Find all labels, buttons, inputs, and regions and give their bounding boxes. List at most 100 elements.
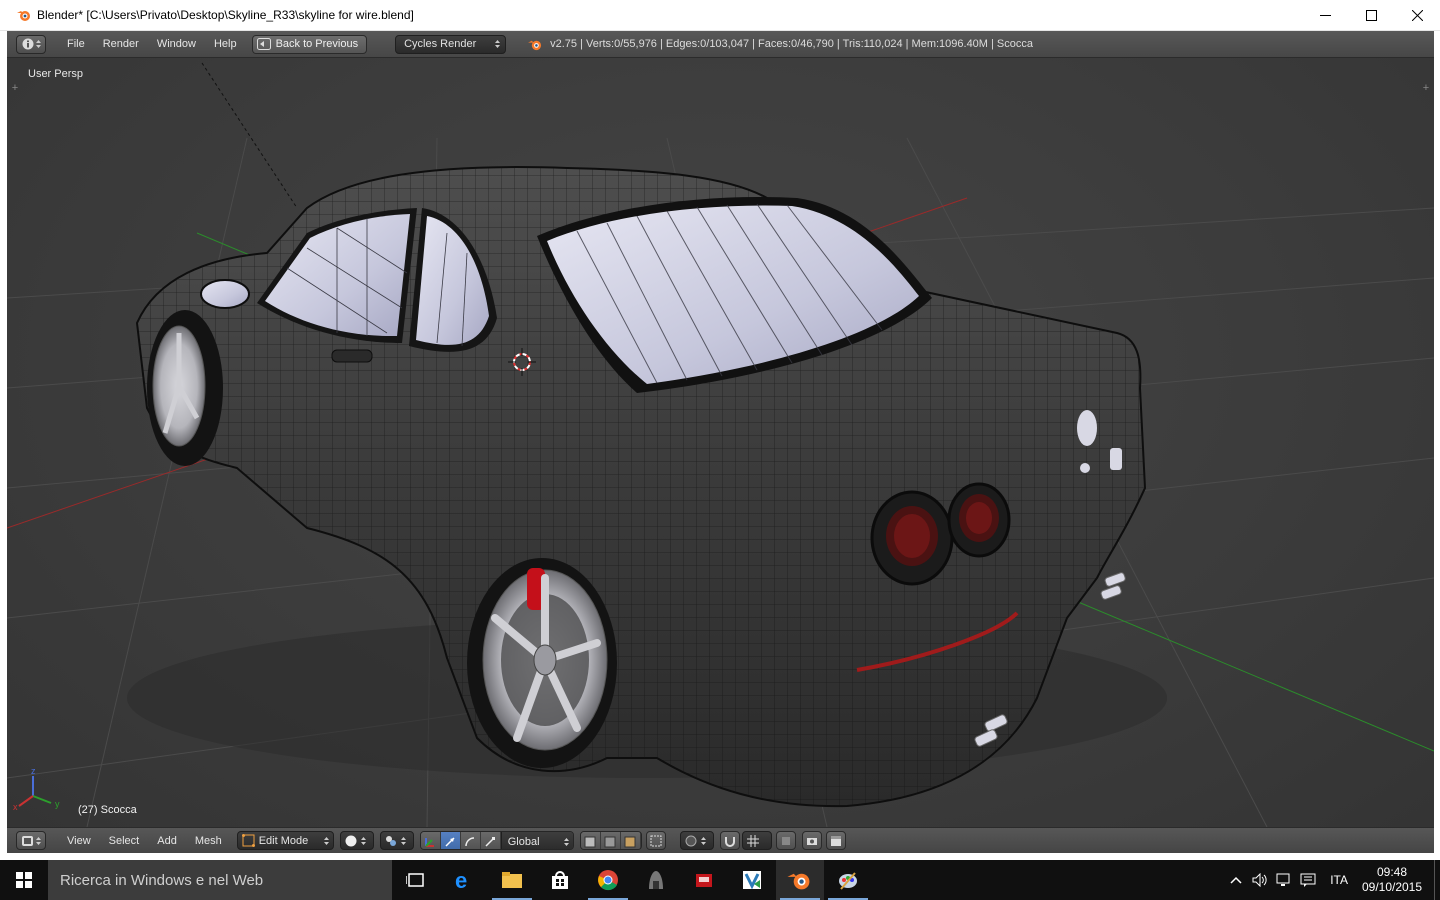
render-button[interactable] — [801, 831, 822, 850]
close-button[interactable] — [1394, 0, 1440, 31]
windows-logo-icon — [16, 872, 32, 888]
pivot-point-select[interactable] — [379, 831, 414, 850]
taskbar-store[interactable] — [536, 860, 584, 900]
clock-time: 09:48 — [1376, 865, 1408, 879]
notifications-icon — [1300, 873, 1316, 887]
back-to-previous-label: Back to Previous — [275, 38, 359, 50]
taskbar-red-app[interactable] — [680, 860, 728, 900]
gizmo-y-label: y — [55, 799, 60, 809]
front-wheel — [147, 310, 223, 466]
face-select-button[interactable] — [620, 832, 641, 849]
scale-manipulator-button[interactable] — [480, 832, 501, 849]
show-desktop-button[interactable] — [1434, 860, 1440, 900]
taskbar-paint[interactable] — [824, 860, 872, 900]
chevron-up-icon — [1230, 876, 1242, 884]
menu-select[interactable]: Select — [100, 835, 149, 847]
scale-icon — [485, 836, 496, 847]
volume-button[interactable] — [1248, 860, 1272, 900]
clock[interactable]: 09:48 09/10/2015 — [1360, 865, 1424, 895]
vertex-select-button[interactable] — [580, 832, 601, 849]
limit-selection-icon — [650, 835, 662, 846]
car-mesh — [127, 166, 1167, 808]
magnet-icon — [724, 836, 735, 847]
taskbar-app[interactable] — [632, 860, 680, 900]
proportional-edit-select[interactable] — [679, 831, 714, 850]
editor-type-button[interactable] — [16, 34, 46, 54]
snap-toggle-button[interactable] — [719, 831, 740, 850]
3d-view-header: View Select Add Mesh Edit Mode Global — [7, 827, 1434, 853]
input-language[interactable]: ITA — [1330, 873, 1348, 887]
viewport-scene: z y x — [7, 62, 1434, 827]
rotate-manipulator-button[interactable] — [460, 832, 481, 849]
blender-logo-icon — [528, 40, 542, 50]
svg-text:e: e — [455, 869, 467, 891]
app-icon — [649, 871, 663, 889]
mode-select[interactable]: Edit Mode — [236, 831, 334, 850]
translate-arrow-icon — [445, 836, 455, 847]
back-to-previous-button[interactable]: Back to Previous — [251, 34, 368, 54]
toolshelf-toggle-icon[interactable]: + — [10, 83, 20, 94]
updown-arrow-icon — [36, 836, 41, 845]
render-animation-button[interactable] — [825, 831, 846, 850]
render-engine-select[interactable]: Cycles Render — [395, 34, 507, 54]
info-header: File Render Window Help Back to Previous… — [7, 31, 1434, 58]
edge-select-button[interactable] — [600, 832, 621, 849]
menu-view[interactable]: View — [58, 835, 100, 847]
menu-add[interactable]: Add — [148, 835, 186, 847]
translate-manipulator-button[interactable] — [440, 832, 461, 849]
search-box[interactable]: Ricerca in Windows e nel Web — [48, 860, 392, 900]
taskbar-edge[interactable]: e — [440, 860, 488, 900]
taskbar-visio[interactable] — [728, 860, 776, 900]
action-center-button[interactable] — [1296, 860, 1320, 900]
taskbar-file-explorer[interactable] — [488, 860, 536, 900]
menu-window[interactable]: Window — [148, 38, 205, 50]
rear-wheel — [467, 558, 617, 768]
vertex-select-icon — [584, 836, 596, 847]
menu-file[interactable]: File — [58, 38, 94, 50]
manipulator-toggle-button[interactable] — [420, 832, 441, 849]
orientation-label: Global — [507, 835, 540, 848]
menu-help[interactable]: Help — [205, 38, 246, 50]
store-icon — [552, 871, 568, 889]
menu-mesh[interactable]: Mesh — [186, 835, 231, 847]
manipulator-icon — [425, 837, 435, 847]
blender-app-icon — [17, 11, 30, 21]
taskbar-chrome[interactable] — [584, 860, 632, 900]
maximize-button[interactable] — [1348, 0, 1394, 31]
window-titlebar: Blender* [C:\Users\Privato\Desktop\Skyli… — [0, 0, 1440, 31]
snap-grid-icon — [746, 834, 759, 847]
paint-icon — [839, 872, 857, 890]
start-button[interactable] — [0, 860, 48, 900]
task-view-button[interactable] — [392, 860, 440, 900]
viewport-shading-select[interactable] — [339, 831, 374, 850]
solid-shading-icon — [345, 835, 357, 846]
pivot-icon — [385, 835, 396, 846]
limit-selection-button[interactable] — [645, 831, 666, 850]
updown-arrow-icon — [35, 40, 41, 48]
updown-arrow-icon — [360, 836, 366, 845]
snap-target-icon — [781, 836, 790, 845]
mode-label: Edit Mode — [258, 834, 309, 847]
blender-window: File Render Window Help Back to Previous… — [7, 31, 1434, 853]
clapper-icon — [830, 835, 841, 846]
system-tray: ITA 09:48 09/10/2015 — [1224, 860, 1440, 900]
snap-target-button[interactable] — [775, 831, 796, 850]
3d-viewport[interactable]: z y x User Persp (27) Scocca + + — [7, 58, 1434, 827]
render-engine-label: Cycles Render — [404, 38, 477, 50]
visio-icon — [743, 871, 761, 890]
gizmo-z-label: z — [31, 766, 36, 776]
info-icon — [22, 38, 33, 50]
network-button[interactable] — [1272, 860, 1296, 900]
camera-icon — [806, 837, 817, 845]
taskbar-blender[interactable] — [776, 860, 824, 900]
face-select-icon — [624, 836, 636, 847]
transform-orientation-select[interactable]: Global — [500, 832, 573, 849]
menu-render[interactable]: Render — [94, 38, 148, 50]
updown-arrow-icon — [323, 836, 329, 845]
edge-select-icon — [604, 836, 616, 847]
minimize-button[interactable] — [1302, 0, 1348, 31]
editor-type-button[interactable] — [16, 831, 46, 850]
properties-toggle-icon[interactable]: + — [1421, 83, 1431, 94]
snap-element-select[interactable] — [741, 831, 772, 850]
show-hidden-icons-button[interactable] — [1224, 860, 1248, 900]
